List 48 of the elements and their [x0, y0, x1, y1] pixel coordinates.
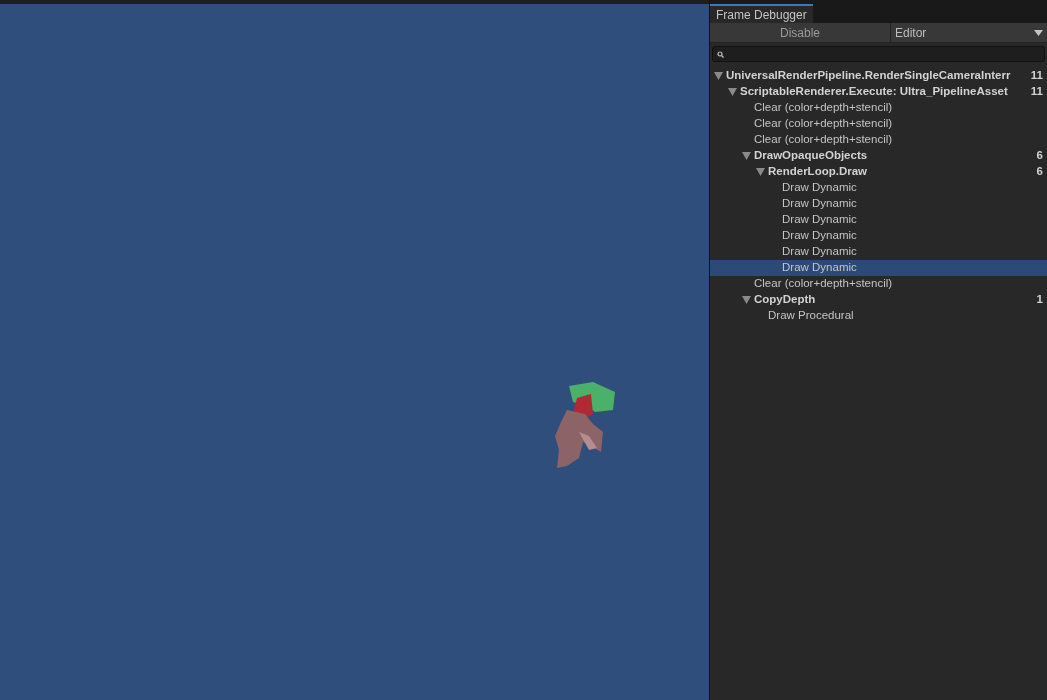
tree-row[interactable]: DrawOpaqueObjects 6	[710, 148, 1047, 164]
tree-row[interactable]: Draw Procedural	[710, 308, 1047, 324]
tree-row[interactable]: Clear (color+depth+stencil)	[710, 116, 1047, 132]
event-label: Clear (color+depth+stencil)	[754, 132, 893, 148]
event-label: UniversalRenderPipeline.RenderSingleCameraInterr	[726, 68, 1011, 84]
tree-row[interactable]: CopyDepth 1	[710, 292, 1047, 308]
event-label: DrawOpaqueObjects	[754, 148, 868, 164]
expanded-triangle-icon[interactable]	[756, 168, 765, 176]
tree-row[interactable]: Draw Dynamic	[710, 228, 1047, 244]
tree-row[interactable]: Clear (color+depth+stencil)	[710, 276, 1047, 292]
event-count: 11	[1029, 84, 1043, 100]
event-label: Draw Dynamic	[782, 244, 857, 260]
disable-button[interactable]: Disable	[710, 23, 891, 42]
search-icon	[717, 50, 724, 58]
tree-row[interactable]: Clear (color+depth+stencil)	[710, 132, 1047, 148]
event-label: Clear (color+depth+stencil)	[754, 116, 893, 132]
tree-row[interactable]: UniversalRenderPipeline.RenderSingleCameraInterr 11	[710, 68, 1047, 84]
event-label: Draw Dynamic	[782, 180, 857, 196]
tree-row[interactable]: RenderLoop.Draw 6	[710, 164, 1047, 180]
event-label: ScriptableRenderer.Execute: Ultra_PipelineAsset	[740, 84, 1008, 100]
event-label: Clear (color+depth+stencil)	[754, 100, 893, 116]
event-label: Draw Dynamic	[782, 260, 857, 276]
event-label: Clear (color+depth+stencil)	[754, 276, 893, 292]
tree-row[interactable]: Draw Dynamic	[710, 180, 1047, 196]
dropdown-caret-icon	[1034, 29, 1043, 36]
event-count: 6	[1035, 164, 1043, 180]
event-label: RenderLoop.Draw	[768, 164, 868, 180]
expanded-triangle-icon[interactable]	[742, 152, 751, 160]
event-label: Draw Dynamic	[782, 228, 857, 244]
tree-row[interactable]: Draw Dynamic	[710, 212, 1047, 228]
tree-row[interactable]: Draw Dynamic	[710, 244, 1047, 260]
event-count: 11	[1029, 68, 1043, 84]
tree-row[interactable]: ScriptableRenderer.Execute: Ultra_PipelineAsset 11	[710, 84, 1047, 100]
event-count: 6	[1035, 148, 1043, 164]
search-field[interactable]	[712, 46, 1045, 62]
frame-debugger-tab[interactable]: Frame Debugger	[710, 4, 813, 23]
tree-row[interactable]: Draw Dynamic	[710, 196, 1047, 212]
editor-dropdown[interactable]: Editor	[891, 23, 1047, 42]
expanded-triangle-icon[interactable]	[728, 88, 737, 96]
expanded-triangle-icon[interactable]	[714, 72, 723, 80]
event-label: Draw Dynamic	[782, 212, 857, 228]
event-label: Draw Procedural	[768, 308, 854, 324]
tree-row[interactable]: Clear (color+depth+stencil)	[710, 100, 1047, 116]
event-label: CopyDepth	[754, 292, 816, 308]
event-label: Draw Dynamic	[782, 196, 857, 212]
tree-row[interactable]: Draw Dynamic	[710, 260, 1047, 276]
expanded-triangle-icon[interactable]	[742, 296, 751, 304]
event-count: 1	[1035, 292, 1043, 308]
